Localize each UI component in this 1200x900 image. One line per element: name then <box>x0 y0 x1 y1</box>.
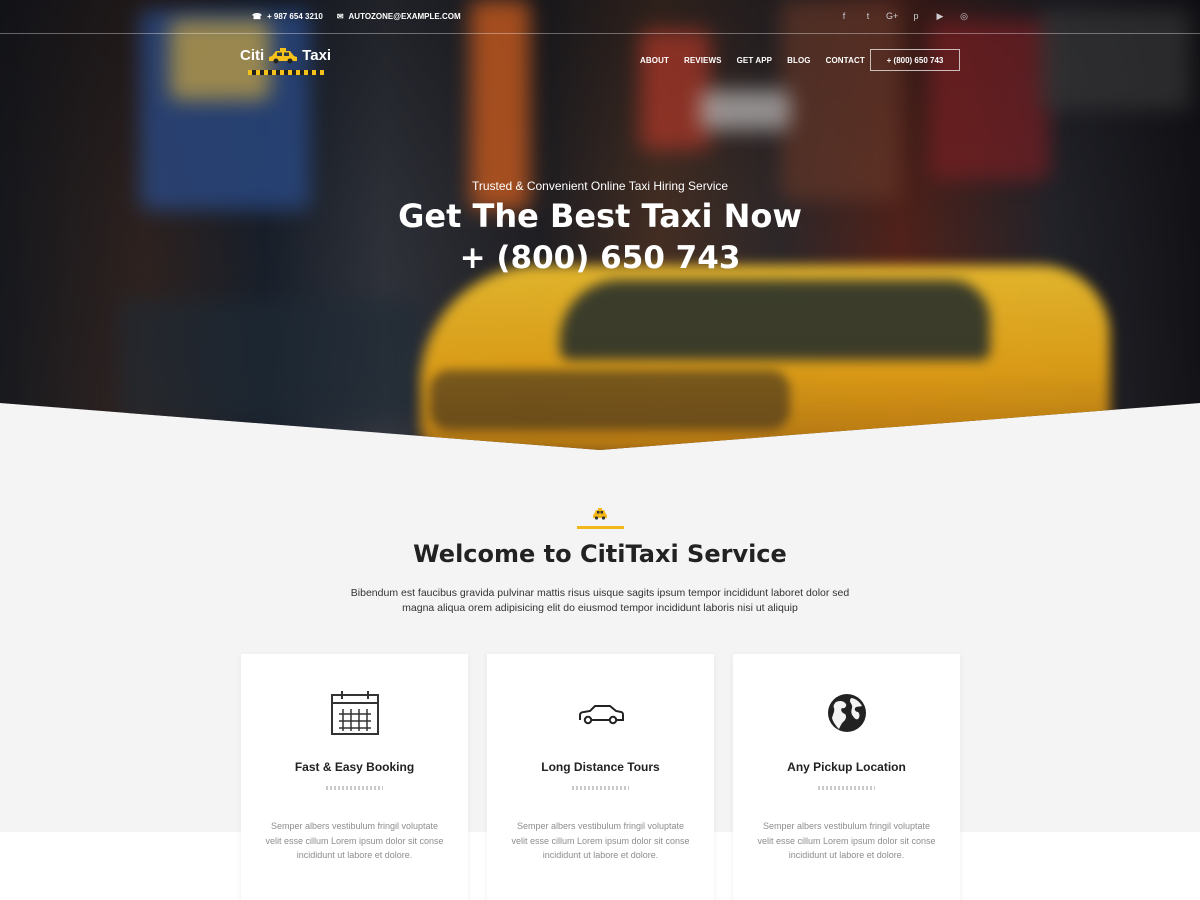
feature-text-line: velit esse cillum Lorem ipsum dolor sit … <box>265 835 444 846</box>
globe-icon <box>827 694 866 732</box>
envelope-icon: ✉ <box>336 12 344 21</box>
logo[interactable]: Citi Taxi <box>240 47 331 75</box>
card-icon-wrap <box>487 690 714 738</box>
contact-phone-text: + 987 654 3210 <box>266 12 323 21</box>
feature-card-pickup: Any Pickup Location Semper albers vestib… <box>733 654 960 900</box>
hero-title: Get The Best Taxi Now <box>398 197 802 235</box>
card-icon-wrap <box>733 690 960 738</box>
feature-text: Semper albers vestibulum fringil volupta… <box>509 819 692 863</box>
feature-card-booking: Fast & Easy Booking Semper albers vestib… <box>241 654 468 900</box>
taxi-logo-icon <box>269 47 298 63</box>
logo-text: Citi Taxi <box>240 47 331 64</box>
welcome-text-line: Bibendum est faucibus gravida pulvinar m… <box>350 587 850 599</box>
feature-title: Any Pickup Location <box>787 760 906 774</box>
pinterest-icon[interactable]: p <box>910 10 922 22</box>
feature-card-tours: Long Distance Tours Semper albers vestib… <box>487 654 714 900</box>
hero-taxi-front <box>430 370 790 430</box>
feature-text-line: incididunt ut labore et dolore. <box>788 850 905 860</box>
hero-bg-blur <box>120 300 420 420</box>
contact-email-text: AUTOZONE@EXAMPLE.COM <box>348 12 461 21</box>
facebook-icon[interactable]: f <box>838 10 850 22</box>
hero-bg-blur <box>930 20 1050 180</box>
feature-text: Semper albers vestibulum fringil volupta… <box>755 819 938 863</box>
feature-text: Semper albers vestibulum fringil volupta… <box>263 819 446 863</box>
nav-about[interactable]: ABOUT <box>640 56 669 65</box>
hero-taxi-window <box>560 280 990 360</box>
nav-get-app[interactable]: GET APP <box>737 56 773 65</box>
main-nav: ABOUT REVIEWS GET APP BLOG CONTACT <box>640 56 865 65</box>
twitter-icon[interactable]: t <box>862 10 874 22</box>
contact-email[interactable]: ✉ AUTOZONE@EXAMPLE.COM <box>337 12 461 21</box>
top-bar: ☎ + 987 654 3210 ✉ AUTOZONE@EXAMPLE.COM … <box>0 0 1200 34</box>
feature-divider <box>326 786 383 790</box>
taxi-icon <box>593 508 607 520</box>
nav-contact[interactable]: CONTACT <box>826 56 865 65</box>
welcome-text-line: magna aliqua orem adipisicing elit do ei… <box>402 602 798 614</box>
instagram-icon[interactable]: ◎ <box>958 10 970 22</box>
calendar-icon <box>330 691 379 735</box>
feature-title: Fast & Easy Booking <box>294 760 415 774</box>
hero-bg-blur <box>640 30 710 150</box>
header-phone-button[interactable]: + (800) 650 743 <box>870 49 960 71</box>
card-icon-wrap <box>241 690 468 738</box>
feature-divider <box>572 786 629 790</box>
contact-phone[interactable]: ☎ + 987 654 3210 <box>252 12 323 21</box>
hero-subtitle: Trusted & Convenient Online Taxi Hiring … <box>471 179 729 193</box>
feature-text-line: incididunt ut labore et dolore. <box>542 850 659 860</box>
feature-text-line: velit esse cillum Lorem ipsum dolor sit … <box>757 835 936 846</box>
logo-checker-stripe <box>248 70 324 75</box>
feature-text-line: velit esse cillum Lorem ipsum dolor sit … <box>511 835 690 846</box>
contact-info: ☎ + 987 654 3210 ✉ AUTOZONE@EXAMPLE.COM <box>252 12 461 21</box>
welcome-text: Bibendum est faucibus gravida pulvinar m… <box>340 586 860 616</box>
phone-icon: ☎ <box>252 12 262 21</box>
youtube-icon[interactable]: ▶ <box>934 10 946 22</box>
hero-bg-blur <box>700 90 790 130</box>
feature-text-line: Semper albers vestibulum fringil volupta… <box>270 821 439 831</box>
welcome-title: Welcome to CitiTaxi Service <box>413 540 787 568</box>
feature-title: Long Distance Tours <box>541 760 660 774</box>
google-plus-icon[interactable]: G+ <box>886 10 898 22</box>
car-icon <box>578 705 624 725</box>
social-links: f t G+ p ▶ ◎ <box>838 10 970 22</box>
hero-phone[interactable]: + (800) 650 743 <box>0 238 1200 278</box>
nav-reviews[interactable]: REVIEWS <box>684 56 722 65</box>
feature-text-line: Semper albers vestibulum fringil volupta… <box>516 821 685 831</box>
nav-blog[interactable]: BLOG <box>787 56 811 65</box>
feature-text-line: incididunt ut labore et dolore. <box>296 850 413 860</box>
logo-text-right: Taxi <box>302 47 332 64</box>
feature-text-line: Semper albers vestibulum fringil volupta… <box>762 821 931 831</box>
feature-divider <box>818 786 875 790</box>
section-accent-line <box>577 526 624 529</box>
logo-text-left: Citi <box>240 47 265 64</box>
